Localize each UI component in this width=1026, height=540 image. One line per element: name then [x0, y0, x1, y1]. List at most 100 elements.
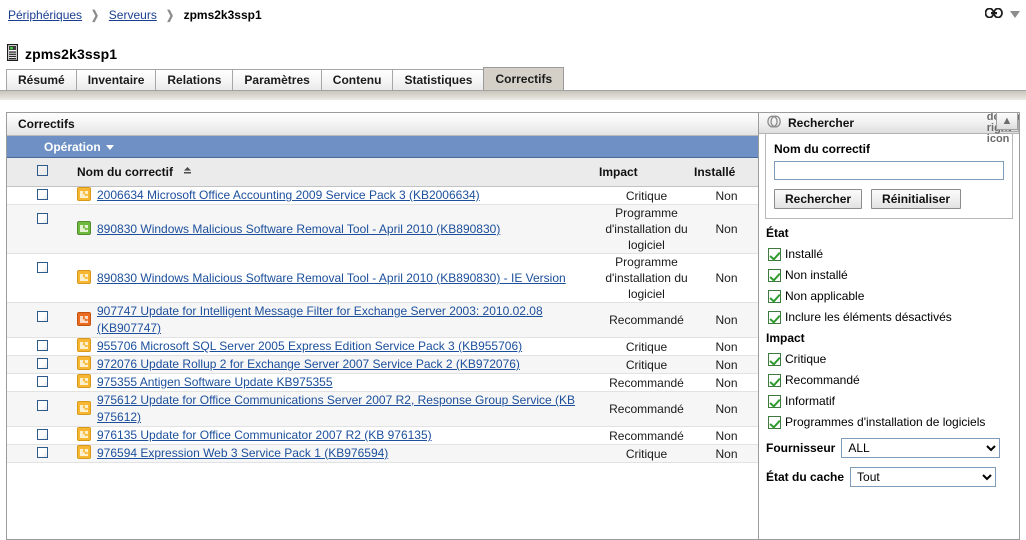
select-all-header [7, 158, 77, 187]
filter-impact-software-installers[interactable]: Programmes d'installation de logiciels [768, 415, 1019, 429]
top-right-controls [984, 7, 1020, 21]
checkbox-checked-icon[interactable] [768, 310, 781, 324]
patch-name-link[interactable]: 955706 Microsoft SQL Server 2005 Express… [97, 338, 522, 355]
filter-impact-informational[interactable]: Informatif [768, 394, 1019, 408]
tab-parametres[interactable]: Paramètres [232, 69, 322, 90]
patch-impact: Programme d'installation du logiciel [599, 253, 694, 303]
tab-correctifs[interactable]: Correctifs [483, 67, 565, 90]
checkbox-checked-icon[interactable] [768, 247, 781, 261]
operation-menu-button[interactable]: Opération [44, 140, 114, 154]
reset-button[interactable]: Réinitialiser [871, 189, 962, 209]
row-checkbox[interactable] [36, 428, 48, 440]
row-checkbox[interactable] [36, 339, 48, 351]
row-checkbox[interactable] [36, 446, 48, 458]
chain-link-icon[interactable] [984, 7, 1003, 21]
row-checkbox[interactable] [36, 311, 48, 322]
tab-statistiques[interactable]: Statistiques [392, 69, 485, 90]
row-checkbox[interactable] [36, 262, 48, 273]
vendor-select[interactable]: ALL [841, 438, 1001, 458]
patch-icon-orange [77, 445, 91, 462]
table-row[interactable]: 972076 Update Rollup 2 for Exchange Serv… [7, 355, 758, 374]
filter-impact-critical[interactable]: Critique [768, 352, 1019, 366]
select-all-checkbox[interactable] [36, 165, 48, 176]
tab-resume[interactable]: Résumé [6, 69, 77, 90]
search-field-label: Nom du correctif [774, 142, 871, 156]
row-checkbox[interactable] [36, 213, 48, 224]
patch-name-link[interactable]: 975612 Update for Office Communications … [97, 392, 599, 426]
filter-label: Installé [785, 247, 824, 261]
table-row[interactable]: 955706 Microsoft SQL Server 2005 Express… [7, 337, 758, 356]
patch-name-link[interactable]: 890830 Windows Malicious Software Remova… [97, 221, 500, 238]
column-header-installed[interactable]: Installé [694, 158, 758, 187]
patch-impact: Critique [599, 186, 694, 205]
patch-name-link[interactable]: 976594 Expression Web 3 Service Pack 1 (… [97, 445, 388, 462]
page-root: Périphériques ❯ Serveurs ❯ zpms2k3ssp1 z… [0, 0, 1026, 540]
cache-state-select[interactable]: Tout [850, 467, 997, 487]
patch-name-cell: 2006634 Microsoft Office Accounting 2009… [77, 186, 599, 205]
operation-menu-label: Opération [44, 139, 101, 154]
filter-state-include-disabled[interactable]: Inclure les éléments désactivés [768, 310, 1019, 324]
row-checkbox[interactable] [36, 400, 48, 411]
row-select-cell [7, 355, 77, 374]
filter-state-installed[interactable]: Installé [768, 247, 1019, 261]
search-button[interactable]: Rechercher [774, 189, 863, 209]
tab-relations[interactable]: Relations [155, 69, 234, 90]
operation-toolbar: Opération [7, 136, 758, 158]
patch-name-link[interactable]: 975355 Antigen Software Update KB975355 [97, 374, 333, 391]
patch-name-link[interactable]: 972076 Update Rollup 2 for Exchange Serv… [97, 356, 520, 373]
table-row[interactable]: 907747 Update for Intelligent Message Fi… [7, 302, 758, 338]
patches-table-body: 2006634 Microsoft Office Accounting 2009… [7, 186, 758, 463]
filter-impact-recommended[interactable]: Recommandé [768, 373, 1019, 387]
search-rings-icon [767, 115, 782, 131]
checkbox-checked-icon[interactable] [768, 352, 781, 366]
checkbox-checked-icon[interactable] [768, 373, 781, 387]
caret-down-icon[interactable] [1010, 10, 1020, 18]
checkbox-checked-icon[interactable] [768, 268, 781, 282]
row-checkbox[interactable] [36, 188, 48, 200]
row-checkbox[interactable] [36, 375, 48, 387]
patch-name-cell: 975355 Antigen Software Update KB975355 [77, 373, 599, 392]
patch-icon-orange [77, 338, 91, 355]
filter-state-not-applicable[interactable]: Non applicable [768, 289, 1019, 303]
table-header-row: Nom du correctif Impact Installé [7, 158, 758, 187]
filter-label: Non installé [785, 268, 848, 282]
breadcrumb-item-devices[interactable]: Périphériques [8, 8, 82, 22]
patch-name-link[interactable]: 907747 Update for Intelligent Message Fi… [97, 303, 599, 337]
filter-state-not-installed[interactable]: Non installé [768, 268, 1019, 282]
patch-name-link[interactable]: 976135 Update for Office Communicator 20… [97, 427, 432, 444]
patch-icon-red [77, 311, 91, 329]
tab-inventaire[interactable]: Inventaire [75, 69, 157, 90]
filter-label: Recommandé [785, 373, 860, 387]
tab-underline [0, 90, 1026, 100]
tab-bar: Résumé Inventaire Relations Paramètres C… [0, 67, 1026, 90]
row-select-cell [7, 337, 77, 356]
sort-ascending-icon[interactable] [183, 164, 192, 178]
table-row[interactable]: 975612 Update for Office Communications … [7, 391, 758, 427]
collapse-up-button[interactable]: ▲ [996, 112, 1018, 130]
vendor-filter-row: Fournisseur ALL [766, 438, 1019, 458]
checkbox-checked-icon[interactable] [768, 415, 781, 429]
table-row[interactable]: 976135 Update for Office Communicator 20… [7, 426, 758, 445]
patch-name-link[interactable]: 2006634 Microsoft Office Accounting 2009… [97, 187, 480, 204]
breadcrumb-item-servers[interactable]: Serveurs [109, 8, 157, 22]
column-header-impact[interactable]: Impact [599, 158, 694, 187]
search-input[interactable] [774, 161, 1004, 180]
row-checkbox[interactable] [36, 357, 48, 369]
table-row[interactable]: 2006634 Microsoft Office Accounting 2009… [7, 186, 758, 205]
patch-installed: Non [694, 186, 758, 205]
checkbox-checked-icon[interactable] [768, 394, 781, 408]
patch-name-cell: 907747 Update for Intelligent Message Fi… [77, 302, 599, 338]
table-row[interactable]: 976594 Expression Web 3 Service Pack 1 (… [7, 444, 758, 463]
patch-icon-orange [77, 356, 91, 373]
patch-impact: Recommandé [599, 426, 694, 445]
table-row[interactable]: 975355 Antigen Software Update KB975355 … [7, 373, 758, 392]
row-select-cell [7, 186, 77, 205]
table-row[interactable]: 890830 Windows Malicious Software Remova… [7, 204, 758, 254]
patch-name-cell: 972076 Update Rollup 2 for Exchange Serv… [77, 355, 599, 374]
column-header-name[interactable]: Nom du correctif [77, 158, 599, 187]
checkbox-checked-icon[interactable] [768, 289, 781, 303]
patch-name-link[interactable]: 890830 Windows Malicious Software Remova… [97, 270, 566, 287]
table-row[interactable]: 890830 Windows Malicious Software Remova… [7, 253, 758, 303]
breadcrumb: Périphériques ❯ Serveurs ❯ zpms2k3ssp1 [8, 8, 262, 22]
tab-contenu[interactable]: Contenu [320, 69, 394, 90]
